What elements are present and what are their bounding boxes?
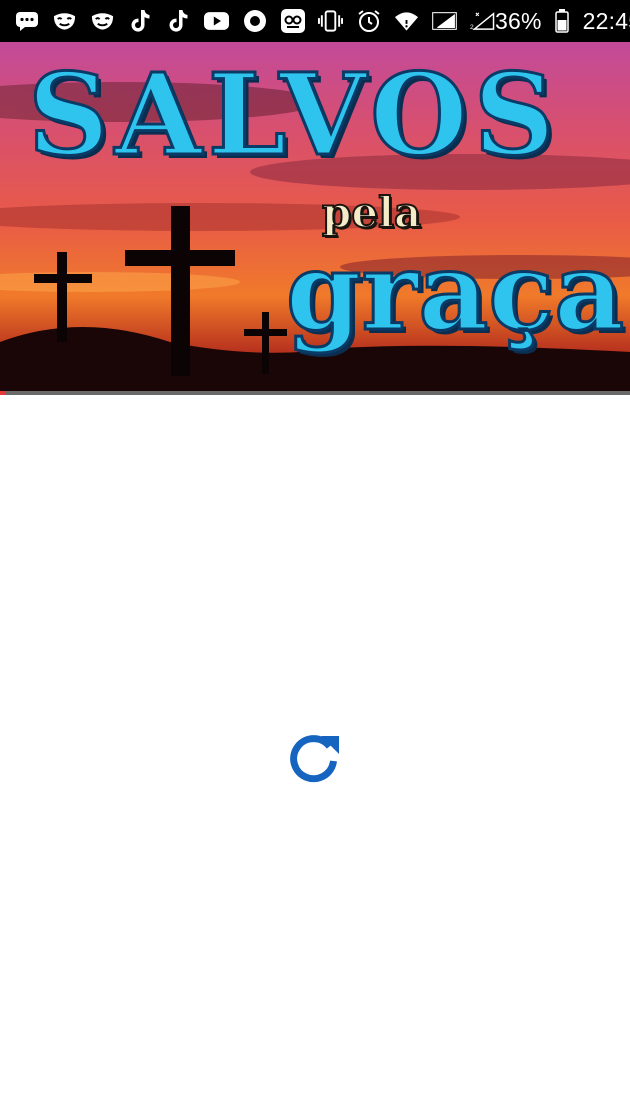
video-thumbnail[interactable]: SALVOS pela graça bbox=[0, 42, 630, 394]
svg-text:1: 1 bbox=[434, 23, 438, 30]
video-progress-bar[interactable] bbox=[0, 391, 630, 395]
wifi-icon bbox=[394, 9, 419, 34]
tiktok-icon bbox=[128, 9, 153, 34]
tiktok-icon bbox=[166, 9, 191, 34]
reload-button[interactable] bbox=[284, 727, 346, 789]
battery-icon bbox=[550, 9, 575, 34]
record-icon bbox=[242, 9, 267, 34]
vibrate-icon bbox=[318, 9, 343, 34]
thumbnail-title-salvos: SALVOS bbox=[27, 50, 561, 181]
clock-time: 22:45 bbox=[582, 7, 630, 34]
video-progress-fill bbox=[0, 391, 7, 395]
app-icon bbox=[280, 9, 305, 34]
battery-percent: 36% bbox=[495, 7, 542, 34]
notification-icons: 1 2 bbox=[14, 0, 495, 42]
youtube-icon bbox=[204, 9, 229, 34]
status-right: 36% 22:45 bbox=[495, 8, 630, 35]
signal-sim2-icon: 2 bbox=[470, 9, 495, 34]
thumbnail-title-pela: pela bbox=[321, 188, 422, 237]
signal-sim1-icon: 1 bbox=[432, 9, 457, 34]
reload-icon bbox=[290, 735, 339, 783]
svg-text:2: 2 bbox=[470, 24, 474, 31]
thumbnail-title-graca: graça bbox=[284, 229, 625, 355]
message-icon bbox=[14, 9, 39, 34]
alarm-icon bbox=[356, 9, 381, 34]
status-bar: 1 2 36% 22:45 bbox=[0, 0, 630, 42]
mask-icon bbox=[90, 9, 115, 34]
mask-icon bbox=[52, 9, 77, 34]
